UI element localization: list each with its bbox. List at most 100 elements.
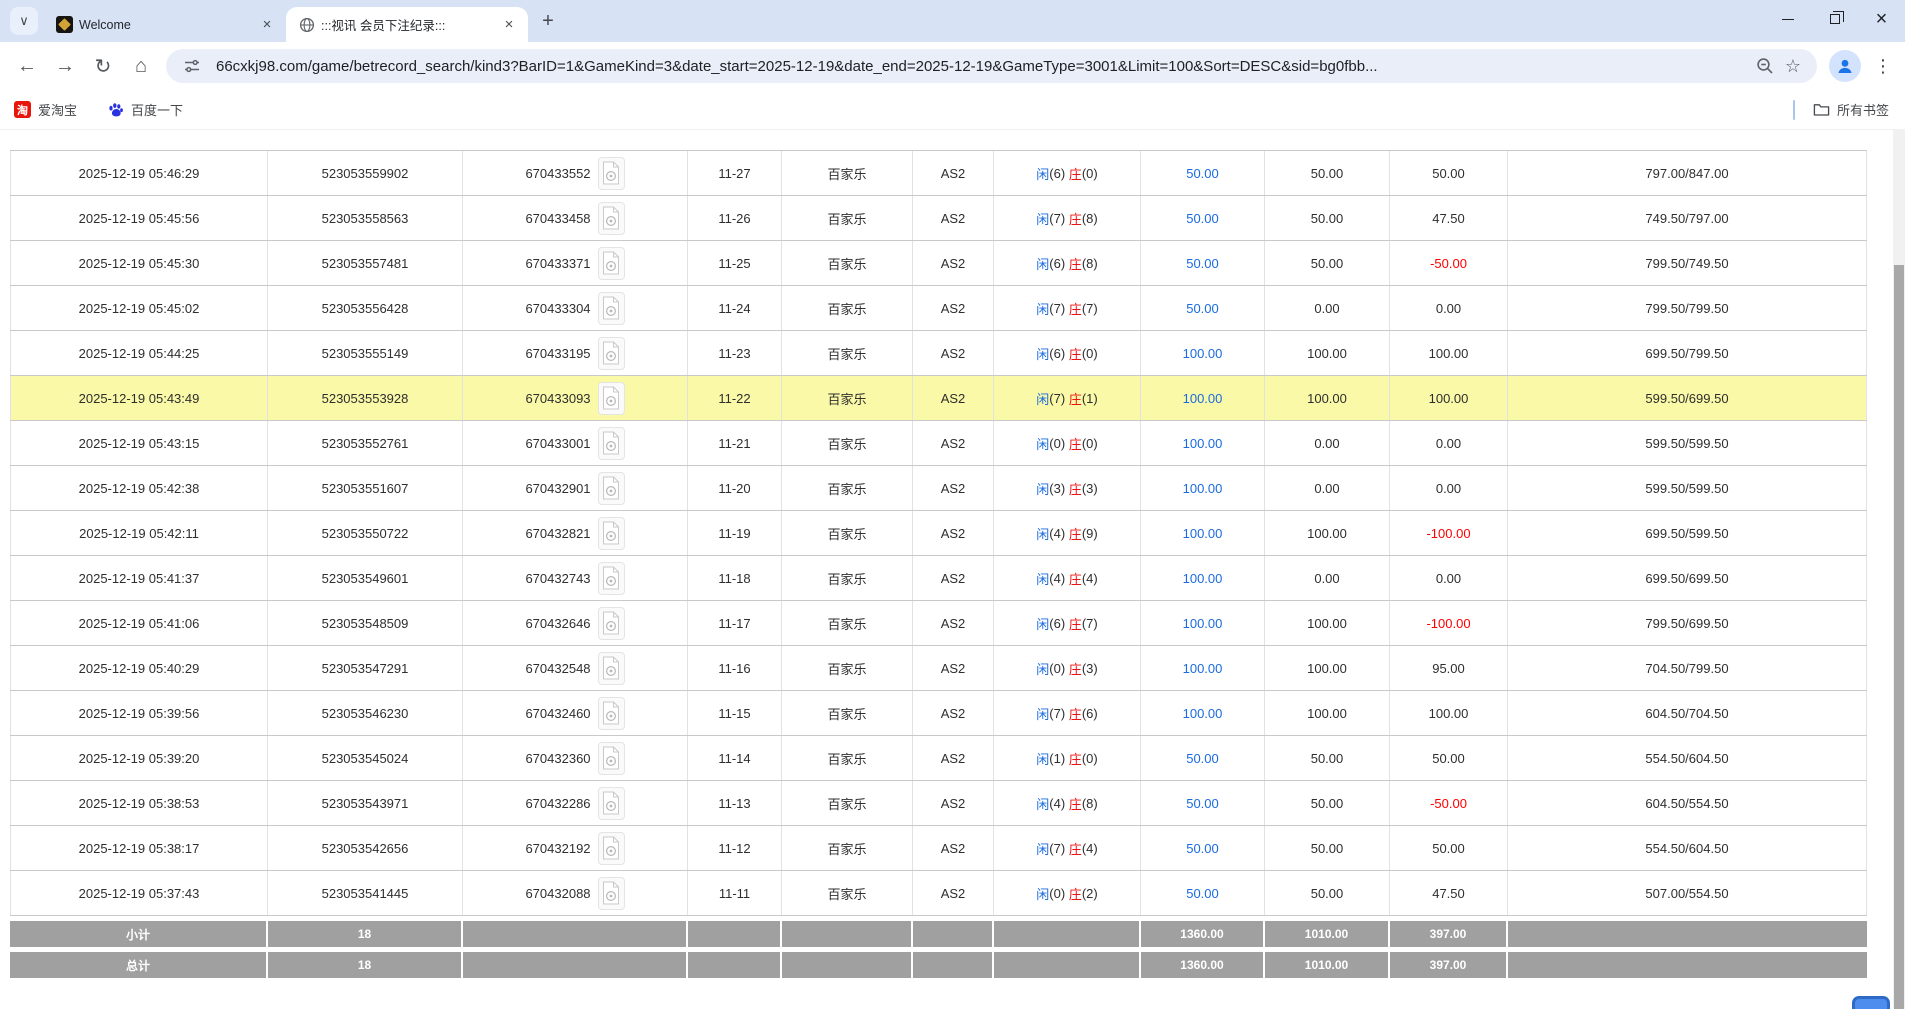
bet-id: 523053556428 — [268, 286, 463, 330]
bet-amount[interactable]: 100.00 — [1141, 376, 1265, 420]
bet-amount[interactable]: 50.00 — [1141, 826, 1265, 870]
close-tab-icon[interactable]: × — [258, 16, 276, 34]
valid-amount: 0.00 — [1265, 556, 1390, 600]
bookmark-taobao[interactable]: 淘 爱淘宝 — [14, 100, 77, 119]
bet-amount[interactable]: 100.00 — [1141, 466, 1265, 510]
game-result: 闲(0) 庄(2) — [994, 871, 1141, 915]
table-number: 11-15 — [688, 691, 782, 735]
new-tab-button[interactable]: + — [534, 7, 562, 35]
bet-amount[interactable]: 50.00 — [1141, 871, 1265, 915]
summary-count: 18 — [268, 921, 463, 947]
video-record-icon[interactable] — [598, 292, 625, 325]
balance: 699.50/599.50 — [1508, 511, 1867, 555]
minimize-button[interactable] — [1764, 0, 1811, 38]
bet-amount[interactable]: 100.00 — [1141, 421, 1265, 465]
valid-amount: 100.00 — [1265, 646, 1390, 690]
table-number: 11-22 — [688, 376, 782, 420]
game-name: 百家乐 — [782, 646, 913, 690]
video-record-icon[interactable] — [598, 742, 625, 775]
balance: 604.50/554.50 — [1508, 781, 1867, 825]
bet-amount[interactable]: 50.00 — [1141, 196, 1265, 240]
bet-time: 2025-12-19 05:45:02 — [10, 286, 268, 330]
balance: 599.50/599.50 — [1508, 421, 1867, 465]
home-button[interactable]: ⌂ — [122, 48, 160, 84]
tab-welcome[interactable]: Welcome × — [44, 7, 286, 42]
bet-amount[interactable]: 50.00 — [1141, 736, 1265, 780]
forward-button[interactable]: → — [46, 48, 84, 84]
bet-time: 2025-12-19 05:39:56 — [10, 691, 268, 735]
bookmark-label: 百度一下 — [131, 100, 183, 119]
round-id-cell: 670433304 — [463, 286, 688, 330]
url-text[interactable]: 66cxkj98.com/game/betrecord_search/kind3… — [216, 58, 1751, 75]
bet-id: 523053558563 — [268, 196, 463, 240]
bet-amount[interactable]: 100.00 — [1141, 331, 1265, 375]
valid-amount: 50.00 — [1265, 151, 1390, 195]
bet-amount[interactable]: 100.00 — [1141, 511, 1265, 555]
table-row: 2025-12-19 05:42:11 523053550722 6704328… — [10, 511, 1867, 556]
bet-amount[interactable]: 100.00 — [1141, 646, 1265, 690]
page-content: 2025-12-19 05:46:29 523053559902 6704335… — [0, 130, 1905, 1009]
table-number: 11-19 — [688, 511, 782, 555]
video-record-icon[interactable] — [598, 832, 625, 865]
balance: 799.50/799.50 — [1508, 286, 1867, 330]
video-record-icon[interactable] — [598, 157, 625, 190]
video-record-icon[interactable] — [598, 562, 625, 595]
video-record-icon[interactable] — [598, 787, 625, 820]
tab-bet-records[interactable]: :::视讯 会员下注纪录::: × — [286, 7, 528, 42]
round-id-cell: 670432646 — [463, 601, 688, 645]
close-window-button[interactable]: × — [1858, 0, 1905, 38]
game-name: 百家乐 — [782, 466, 913, 510]
round-id-cell: 670433001 — [463, 421, 688, 465]
video-record-icon[interactable] — [598, 427, 625, 460]
taobao-glyph: 淘 — [17, 102, 28, 118]
bet-amount[interactable]: 100.00 — [1141, 556, 1265, 600]
bet-amount[interactable]: 50.00 — [1141, 781, 1265, 825]
zoom-out-indicator-icon[interactable] — [1751, 52, 1779, 80]
bookmark-baidu[interactable]: 百度一下 — [107, 100, 183, 119]
summary-count: 18 — [268, 952, 463, 978]
restore-button[interactable] — [1811, 0, 1858, 38]
bookmark-star-icon[interactable]: ☆ — [1779, 52, 1807, 80]
table-row: 2025-12-19 05:43:15 523053552761 6704330… — [10, 421, 1867, 466]
video-record-icon[interactable] — [598, 247, 625, 280]
bet-amount[interactable]: 50.00 — [1141, 151, 1265, 195]
all-bookmarks-button[interactable]: 所有书签 — [1813, 100, 1889, 119]
video-record-icon[interactable] — [598, 877, 625, 910]
tab-search-button[interactable]: ∨ — [10, 7, 38, 35]
round-id: 670432901 — [525, 481, 590, 496]
bet-amount[interactable]: 50.00 — [1141, 286, 1265, 330]
balance: 799.50/749.50 — [1508, 241, 1867, 285]
profile-avatar[interactable] — [1829, 50, 1861, 82]
bet-time: 2025-12-19 05:41:37 — [10, 556, 268, 600]
close-tab-icon[interactable]: × — [500, 16, 518, 34]
bet-amount[interactable]: 50.00 — [1141, 241, 1265, 285]
person-icon — [1836, 57, 1854, 75]
floating-action-button[interactable] — [1852, 996, 1890, 1009]
reload-button[interactable]: ↻ — [84, 48, 122, 84]
video-record-icon[interactable] — [598, 472, 625, 505]
round-id-cell: 670433552 — [463, 151, 688, 195]
room-code: AS2 — [913, 331, 994, 375]
scrollbar-thumb[interactable] — [1894, 265, 1904, 1009]
video-record-icon[interactable] — [598, 607, 625, 640]
video-record-icon[interactable] — [598, 202, 625, 235]
table-row: 2025-12-19 05:43:49 523053553928 6704330… — [10, 376, 1867, 421]
bet-amount[interactable]: 100.00 — [1141, 691, 1265, 735]
bet-id: 523053552761 — [268, 421, 463, 465]
page-scrollbar[interactable] — [1893, 130, 1905, 1009]
browser-menu-button[interactable]: ⋮ — [1871, 50, 1895, 82]
game-result: 闲(0) 庄(3) — [994, 646, 1141, 690]
bet-id: 523053541445 — [268, 871, 463, 915]
video-record-icon[interactable] — [598, 517, 625, 550]
summary-valid-total: 1010.00 — [1265, 921, 1390, 947]
video-record-icon[interactable] — [598, 337, 625, 370]
video-record-icon[interactable] — [598, 382, 625, 415]
video-record-icon[interactable] — [598, 697, 625, 730]
back-button[interactable]: ← — [8, 48, 46, 84]
game-name: 百家乐 — [782, 286, 913, 330]
game-name: 百家乐 — [782, 196, 913, 240]
url-bar[interactable]: 66cxkj98.com/game/betrecord_search/kind3… — [166, 49, 1817, 83]
video-record-icon[interactable] — [598, 652, 625, 685]
bet-amount[interactable]: 100.00 — [1141, 601, 1265, 645]
site-settings-icon[interactable] — [178, 52, 206, 80]
